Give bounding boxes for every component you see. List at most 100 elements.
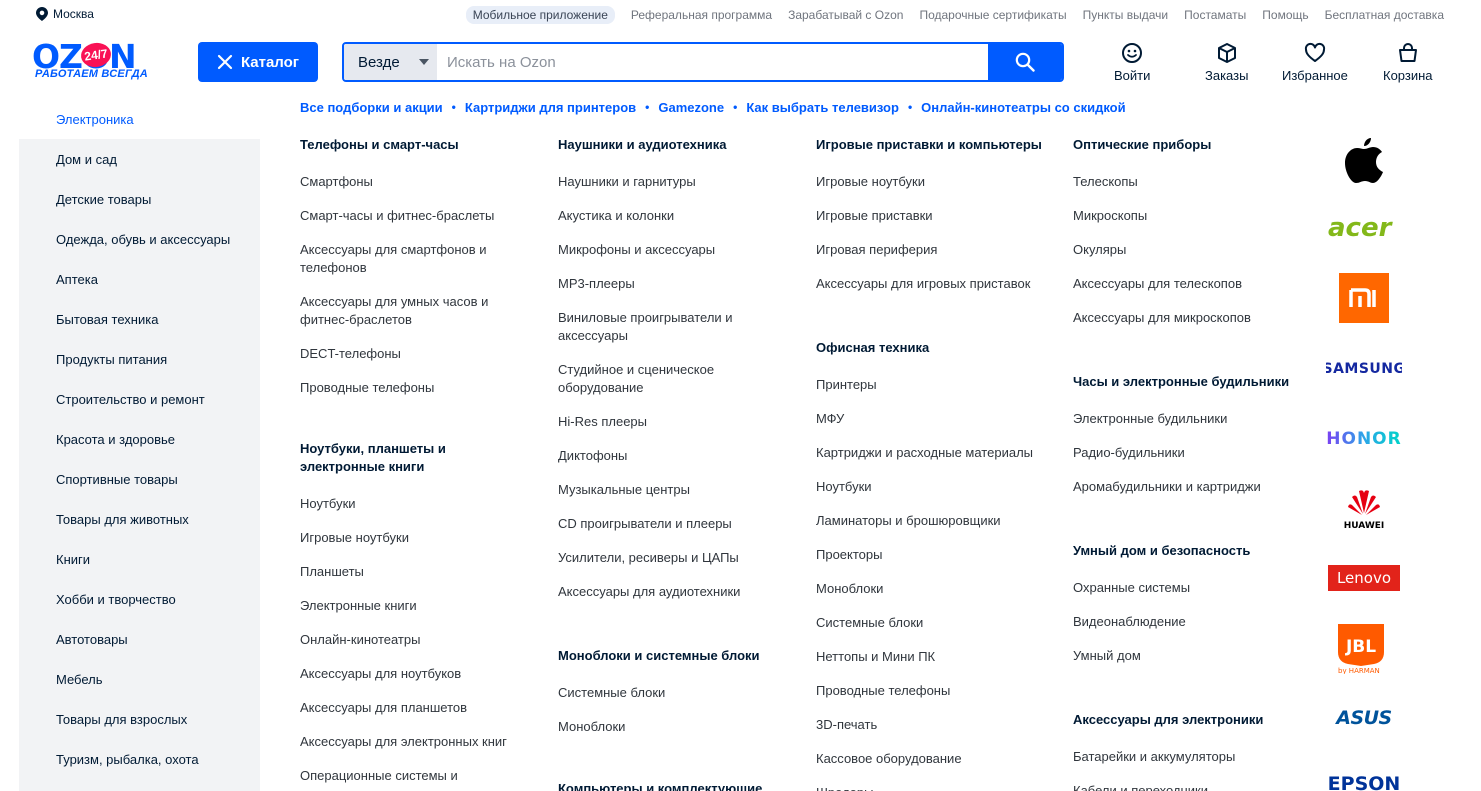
- featured-link-online-cinemas[interactable]: Онлайн-кинотеатры со скидкой: [921, 100, 1125, 115]
- subcategory-link[interactable]: Игровая периферия: [816, 241, 937, 259]
- subcategory-heading[interactable]: электронные книги: [300, 458, 424, 476]
- subcategory-heading[interactable]: Аксессуары для электроники: [1073, 711, 1263, 729]
- subcategory-link[interactable]: Аксессуары для ноутбуков: [300, 665, 461, 683]
- subcategory-link[interactable]: Ноутбуки: [300, 495, 356, 513]
- subcategory-link[interactable]: Виниловые проигрыватели и: [558, 309, 733, 327]
- subcategory-link[interactable]: 3D-печать: [816, 716, 877, 734]
- top-link-pickup-points[interactable]: Пункты выдачи: [1083, 8, 1168, 22]
- subcategory-link[interactable]: Аксессуары для микроскопов: [1073, 309, 1251, 327]
- top-link-help[interactable]: Помощь: [1262, 8, 1308, 22]
- subcategory-link[interactable]: Охранные системы: [1073, 579, 1190, 597]
- featured-link-choose-tv[interactable]: Как выбрать телевизор: [746, 100, 899, 115]
- search-button[interactable]: [988, 44, 1062, 80]
- subcategory-heading[interactable]: Офисная техника: [816, 339, 929, 357]
- subcategory-link[interactable]: Игровые приставки: [816, 207, 933, 225]
- subcategory-link[interactable]: Системные блоки: [558, 684, 665, 702]
- subcategory-link[interactable]: Усилители, ресиверы и ЦАПы: [558, 549, 739, 567]
- subcategory-link[interactable]: Планшеты: [300, 563, 364, 581]
- subcategory-link[interactable]: Игровые ноутбуки: [300, 529, 409, 547]
- subcategory-link[interactable]: Смартфоны: [300, 173, 373, 191]
- subcategory-link[interactable]: Электронные будильники: [1073, 410, 1227, 428]
- subcategory-link[interactable]: оборудование: [558, 379, 644, 397]
- sidebar-item-auto[interactable]: Автотовары: [19, 619, 260, 659]
- subcategory-link[interactable]: Ламинаторы и брошюровщики: [816, 512, 1001, 530]
- subcategory-link[interactable]: МФУ: [816, 410, 844, 428]
- sidebar-item-pets[interactable]: Товары для животных: [19, 499, 260, 539]
- subcategory-link[interactable]: Аксессуары для электронных книг: [300, 733, 507, 751]
- catalog-button[interactable]: Каталог: [198, 42, 318, 82]
- subcategory-heading[interactable]: Моноблоки и системные блоки: [558, 647, 760, 665]
- brand-epson[interactable]: EPSON: [1326, 770, 1402, 791]
- sidebar-item-clothing[interactable]: Одежда, обувь и аксессуары: [19, 219, 260, 259]
- brand-apple[interactable]: [1326, 133, 1402, 185]
- sidebar-item-sports[interactable]: Спортивные товары: [19, 459, 260, 499]
- sidebar-item-tourism[interactable]: Туризм, рыбалка, охота: [19, 739, 260, 779]
- subcategory-link[interactable]: Неттопы и Мини ПК: [816, 648, 935, 666]
- subcategory-link[interactable]: Операционные системы и: [300, 767, 458, 785]
- sidebar-item-hobby[interactable]: Хобби и творчество: [19, 579, 260, 619]
- city-selector[interactable]: Москва: [36, 7, 94, 21]
- subcategory-link[interactable]: Аксессуары для аудиотехники: [558, 583, 740, 601]
- featured-link-gamezone[interactable]: Gamezone: [658, 100, 724, 115]
- sidebar-item-furniture[interactable]: Мебель: [19, 659, 260, 699]
- top-link-free-delivery[interactable]: Бесплатная доставка: [1325, 8, 1444, 22]
- subcategory-link[interactable]: Принтеры: [816, 376, 877, 394]
- subcategory-heading[interactable]: Ноутбуки, планшеты и: [300, 440, 446, 458]
- brand-samsung[interactable]: SAMSUNG: [1326, 358, 1402, 378]
- subcategory-link[interactable]: Батарейки и аккумуляторы: [1073, 748, 1235, 766]
- sidebar-item-kids[interactable]: Детские товары: [19, 179, 260, 219]
- brand-lenovo[interactable]: Lenovo: [1326, 565, 1402, 591]
- sidebar-item-appliances[interactable]: Бытовая техника: [19, 299, 260, 339]
- subcategory-link[interactable]: Hi-Res плееры: [558, 413, 647, 431]
- subcategory-link[interactable]: Микрофоны и аксессуары: [558, 241, 715, 259]
- subcategory-link[interactable]: Шредеры: [816, 784, 873, 791]
- brand-huawei[interactable]: HUAWEI: [1326, 485, 1402, 531]
- orders-button[interactable]: Заказы: [1205, 42, 1248, 83]
- search-input[interactable]: [437, 44, 988, 80]
- featured-link-all-deals[interactable]: Все подборки и акции: [300, 100, 443, 115]
- subcategory-link[interactable]: Ноутбуки: [816, 478, 872, 496]
- subcategory-link[interactable]: Аромабудильники и картриджи: [1073, 478, 1261, 496]
- ozon-logo[interactable]: OZON 24/7 РАБОТАЕМ ВСЕГДА: [32, 37, 162, 84]
- sidebar-item-home-garden[interactable]: Дом и сад: [19, 139, 260, 179]
- subcategory-link[interactable]: MP3-плееры: [558, 275, 635, 293]
- subcategory-heading[interactable]: Часы и электронные будильники: [1073, 373, 1289, 391]
- cart-button[interactable]: Корзина: [1383, 42, 1433, 83]
- sidebar-item-books[interactable]: Книги: [19, 539, 260, 579]
- subcategory-link[interactable]: Аксессуары для телескопов: [1073, 275, 1242, 293]
- subcategory-link[interactable]: Кабели и переходники: [1073, 782, 1208, 791]
- subcategory-heading[interactable]: Игровые приставки и компьютеры: [816, 136, 1042, 154]
- subcategory-link[interactable]: Микроскопы: [1073, 207, 1147, 225]
- subcategory-link[interactable]: Умный дом: [1073, 647, 1141, 665]
- subcategory-link[interactable]: Окуляры: [1073, 241, 1126, 259]
- top-link-mobile-app[interactable]: Мобильное приложение: [465, 6, 615, 24]
- subcategory-link[interactable]: CD проигрыватели и плееры: [558, 515, 732, 533]
- subcategory-link[interactable]: Диктофоны: [558, 447, 627, 465]
- top-link-gift-cards[interactable]: Подарочные сертификаты: [919, 8, 1066, 22]
- subcategory-heading[interactable]: Оптические приборы: [1073, 136, 1211, 154]
- sidebar-item-food[interactable]: Продукты питания: [19, 339, 260, 379]
- subcategory-link[interactable]: фитнес-браслетов: [300, 311, 412, 329]
- subcategory-link[interactable]: Картриджи и расходные материалы: [816, 444, 1033, 462]
- subcategory-link[interactable]: Игровые ноутбуки: [816, 173, 925, 191]
- subcategory-link[interactable]: Смарт-часы и фитнес-браслеты: [300, 207, 494, 225]
- subcategory-link[interactable]: Телескопы: [1073, 173, 1138, 191]
- favorites-button[interactable]: Избранное: [1282, 42, 1348, 83]
- subcategory-heading[interactable]: Компьютеры и комплектующие: [558, 780, 762, 791]
- subcategory-link[interactable]: Проекторы: [816, 546, 882, 564]
- subcategory-link[interactable]: телефонов: [300, 259, 367, 277]
- subcategory-link[interactable]: Акустика и колонки: [558, 207, 674, 225]
- subcategory-link[interactable]: Проводные телефоны: [816, 682, 950, 700]
- subcategory-link[interactable]: Аксессуары для планшетов: [300, 699, 467, 717]
- subcategory-heading[interactable]: Телефоны и смарт-часы: [300, 136, 459, 154]
- login-button[interactable]: Войти: [1114, 42, 1150, 83]
- sidebar-item-construction[interactable]: Строительство и ремонт: [19, 379, 260, 419]
- subcategory-link[interactable]: Видеонаблюдение: [1073, 613, 1186, 631]
- subcategory-link[interactable]: Студийное и сценическое: [558, 361, 714, 379]
- brand-acer[interactable]: acer: [1326, 210, 1402, 244]
- subcategory-link[interactable]: DECT-телефоны: [300, 345, 401, 363]
- subcategory-link[interactable]: Системные блоки: [816, 614, 923, 632]
- subcategory-link[interactable]: Моноблоки: [816, 580, 883, 598]
- brand-jbl[interactable]: JBL by HARMAN: [1326, 622, 1402, 674]
- subcategory-link[interactable]: Электронные книги: [300, 597, 417, 615]
